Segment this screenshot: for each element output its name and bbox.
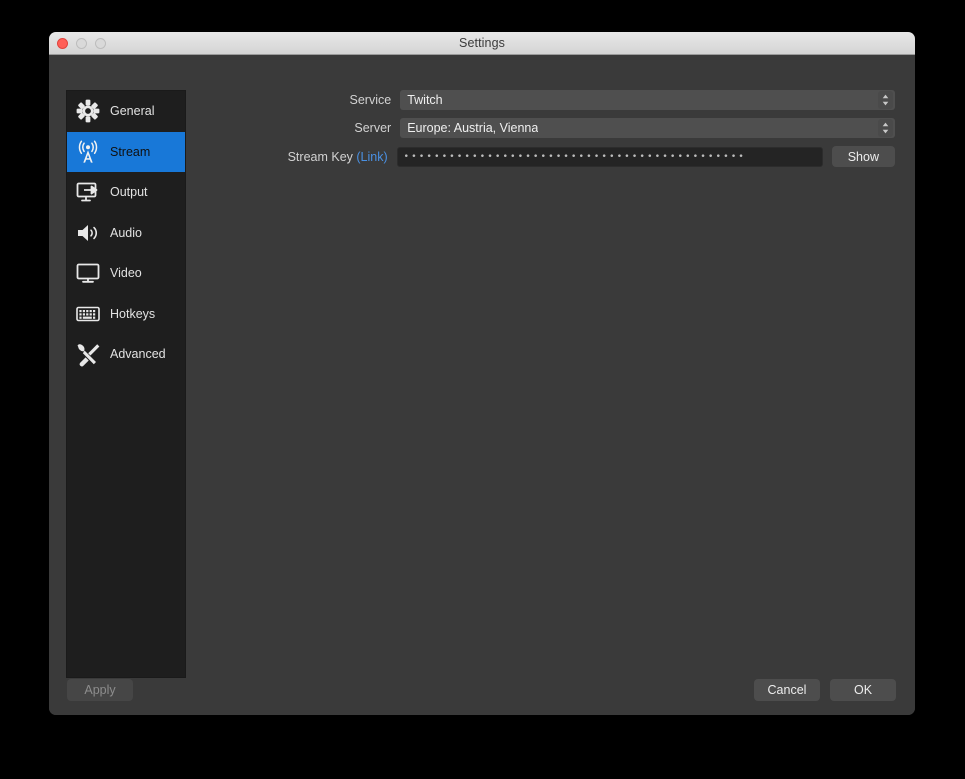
stream-key-input[interactable]: ••••••••••••••••••••••••••••••••••••••••… xyxy=(396,146,823,167)
stream-key-row: Stream Key (Link) ••••••••••••••••••••••… xyxy=(209,146,895,167)
monitor-icon xyxy=(74,259,102,287)
traffic-light-group xyxy=(57,32,106,54)
window-body: General Stream Output Audio Video Hotkey… xyxy=(49,55,915,715)
service-value: Twitch xyxy=(407,93,443,107)
sidebar-item-advanced[interactable]: Advanced xyxy=(67,334,185,375)
settings-window: Settings General Stream Output Audio Vid… xyxy=(49,32,915,715)
stream-key-label: Stream Key (Link) xyxy=(209,150,397,164)
ok-button[interactable]: OK xyxy=(830,679,896,701)
sidebar-label-stream: Stream xyxy=(110,144,151,159)
server-dropdown[interactable]: Europe: Austria, Vienna xyxy=(400,118,895,138)
sidebar-label-general: General xyxy=(110,104,155,119)
keyboard-icon xyxy=(74,300,102,328)
minimize-button[interactable] xyxy=(76,37,87,49)
settings-sidebar: General Stream Output Audio Video Hotkey… xyxy=(66,90,186,678)
close-button[interactable] xyxy=(57,37,68,49)
sidebar-label-audio: Audio xyxy=(110,225,142,240)
sidebar-item-hotkeys[interactable]: Hotkeys xyxy=(67,294,185,335)
sidebar-label-output: Output xyxy=(110,185,148,200)
stream-key-label-text: Stream Key xyxy=(287,149,353,164)
server-value: Europe: Austria, Vienna xyxy=(407,121,539,135)
sidebar-label-advanced: Advanced xyxy=(110,347,166,362)
output-icon xyxy=(74,178,102,206)
show-stream-key-button[interactable]: Show xyxy=(831,146,895,167)
stream-settings-form: Service Twitch Server Europe: Austria, V… xyxy=(209,90,895,175)
sidebar-item-output[interactable]: Output xyxy=(67,172,185,213)
sidebar-item-audio[interactable]: Audio xyxy=(67,213,185,254)
server-row: Server Europe: Austria, Vienna xyxy=(209,118,895,138)
gear-icon xyxy=(74,97,102,125)
service-stepper[interactable] xyxy=(878,91,893,109)
cancel-button[interactable]: Cancel xyxy=(754,679,820,701)
service-row: Service Twitch xyxy=(209,90,895,110)
stream-key-link[interactable]: (Link) xyxy=(356,150,387,164)
tools-icon xyxy=(74,340,102,368)
speaker-icon xyxy=(74,219,102,247)
service-dropdown[interactable]: Twitch xyxy=(400,90,895,110)
stream-key-masked-value: ••••••••••••••••••••••••••••••••••••••••… xyxy=(403,151,747,162)
zoom-button[interactable] xyxy=(95,37,106,49)
server-label: Server xyxy=(354,121,392,135)
sidebar-item-video[interactable]: Video xyxy=(67,253,185,294)
sidebar-label-video: Video xyxy=(110,266,142,281)
server-stepper[interactable] xyxy=(878,119,893,137)
footer-left: Apply xyxy=(67,679,133,701)
apply-button[interactable]: Apply xyxy=(67,679,133,701)
broadcast-icon xyxy=(74,138,102,166)
footer-right: Cancel OK xyxy=(754,679,896,701)
sidebar-label-hotkeys: Hotkeys xyxy=(110,306,156,321)
sidebar-item-general[interactable]: General xyxy=(67,91,185,132)
window-titlebar: Settings xyxy=(49,32,915,55)
service-label: Service xyxy=(349,93,392,107)
window-title: Settings xyxy=(459,36,505,50)
sidebar-item-stream[interactable]: Stream xyxy=(67,131,185,172)
